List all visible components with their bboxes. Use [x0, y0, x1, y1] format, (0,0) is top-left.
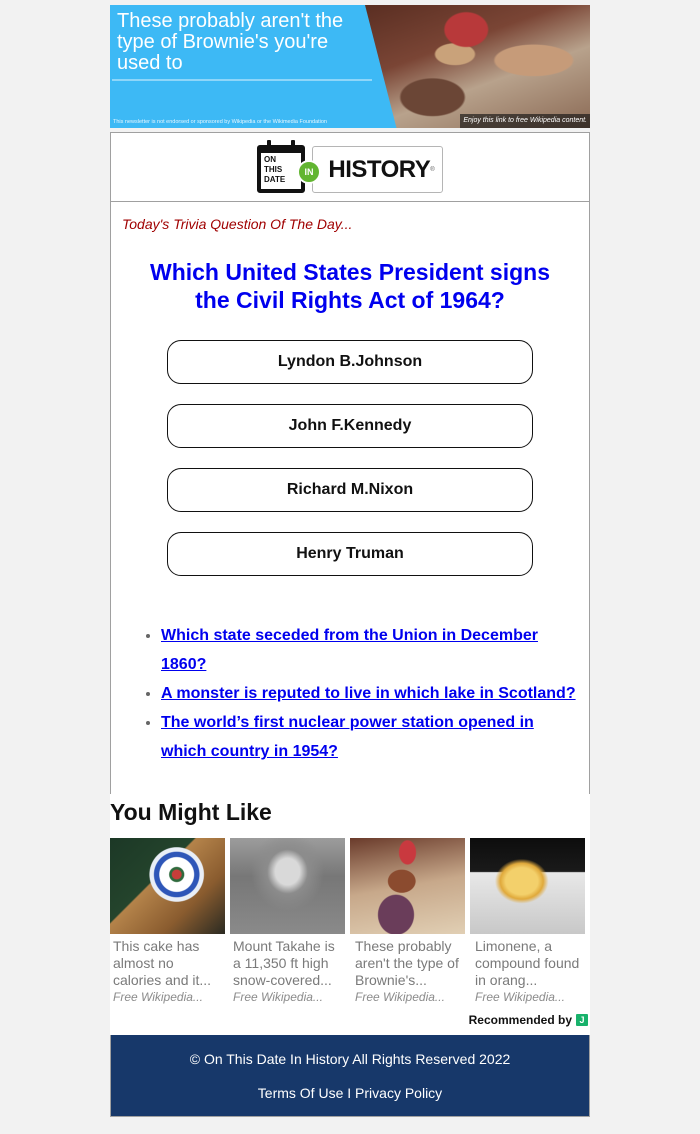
in-badge: IN: [297, 160, 321, 184]
wordmark-text: HISTORY: [328, 155, 431, 183]
calendar-line: ON: [264, 155, 276, 164]
you-might-like-section: You Might Like This cake has almost no c…: [110, 794, 590, 1035]
tile-title: Limonene, a compound found in orang...: [475, 938, 580, 988]
calendar-ring: [267, 140, 271, 149]
calendar-ring: [291, 140, 295, 149]
related-item: A monster is reputed to live in which la…: [161, 679, 579, 708]
footer-links: Terms Of Use I Privacy Policy: [111, 1085, 589, 1101]
answer-button[interactable]: Lyndon B.Johnson: [167, 340, 533, 384]
you-might-like-heading: You Might Like: [110, 799, 272, 825]
tile-source: Free Wikipedia...: [233, 990, 323, 1004]
answer-button[interactable]: Richard M.Nixon: [167, 468, 533, 512]
tile-thumbnail: [470, 838, 585, 934]
terms-link[interactable]: Terms Of Use: [258, 1085, 344, 1101]
banner-disclaimer: This newsletter is not endorsed or spons…: [113, 119, 327, 125]
banner-image: [365, 5, 590, 128]
recommendation-tile[interactable]: Mount Takahe is a 11,350 ft high snow-co…: [230, 838, 345, 1005]
trivia-card: ON THIS DATE IN HISTORY ® Today's Trivia …: [110, 132, 590, 794]
trivia-label: Today's Trivia Question Of The Day...: [122, 216, 353, 232]
recommendation-tiles: This cake has almost no calories and it.…: [110, 838, 590, 1005]
trademark-symbol: ®: [430, 166, 435, 173]
related-question-link[interactable]: A monster is reputed to live in which la…: [161, 685, 576, 702]
related-question-link[interactable]: The world’s first nuclear power station …: [161, 714, 534, 760]
banner-caption: Enjoy this link to free Wikipedia conten…: [460, 114, 590, 128]
related-item: Which state seceded from the Union in De…: [161, 621, 579, 679]
related-question-link[interactable]: Which state seceded from the Union in De…: [161, 627, 538, 673]
tile-thumbnail: [350, 838, 465, 934]
footer-separator: I: [347, 1085, 352, 1101]
tile-thumbnail: [230, 838, 345, 934]
recommendation-tile[interactable]: This cake has almost no calories and it.…: [110, 838, 225, 1005]
copyright-text: © On This Date In History All Rights Res…: [189, 1051, 511, 1067]
recommendation-tile[interactable]: Limonene, a compound found in orang... F…: [470, 838, 585, 1005]
tile-title: These probably aren't the type of Browni…: [355, 938, 459, 988]
site-logo[interactable]: ON THIS DATE IN HISTORY ®: [257, 140, 443, 193]
footer: © On This Date In History All Rights Res…: [110, 1035, 590, 1117]
calendar-line: THIS: [264, 165, 283, 174]
tile-source: Free Wikipedia...: [355, 990, 445, 1004]
recommendation-tile[interactable]: These probably aren't the type of Browni…: [350, 838, 465, 1005]
tile-source: Free Wikipedia...: [475, 990, 565, 1004]
tile-title: This cake has almost no calories and it.…: [113, 938, 212, 988]
related-item: The world’s first nuclear power station …: [161, 708, 579, 766]
answer-button[interactable]: Henry Truman: [167, 532, 533, 576]
related-questions: Which state seceded from the Union in De…: [111, 621, 589, 794]
recommended-by[interactable]: Recommended by J: [110, 1005, 590, 1035]
tile-thumbnail: [110, 838, 225, 934]
tile-source: Free Wikipedia...: [113, 990, 203, 1004]
answer-list: Lyndon B.Johnson John F.Kennedy Richard …: [111, 340, 589, 576]
banner-headline: These probably aren't the type of Browni…: [117, 10, 344, 74]
banner-divider: [112, 79, 372, 81]
trivia-question: Which United States President signs the …: [149, 259, 551, 313]
history-wordmark: HISTORY ®: [312, 146, 443, 193]
tile-title: Mount Takahe is a 11,350 ft high snow-co…: [233, 938, 335, 988]
privacy-link[interactable]: Privacy Policy: [355, 1085, 442, 1101]
logo-header: ON THIS DATE IN HISTORY ®: [111, 133, 589, 202]
provider-logo-icon: J: [576, 1014, 588, 1026]
recommended-by-label: Recommended by: [468, 1013, 572, 1027]
newsletter: These probably aren't the type of Browni…: [110, 5, 590, 1117]
calendar-line: DATE: [264, 175, 286, 184]
banner-ad[interactable]: These probably aren't the type of Browni…: [110, 5, 590, 128]
answer-button[interactable]: John F.Kennedy: [167, 404, 533, 448]
calendar-text: ON THIS DATE: [264, 155, 285, 185]
